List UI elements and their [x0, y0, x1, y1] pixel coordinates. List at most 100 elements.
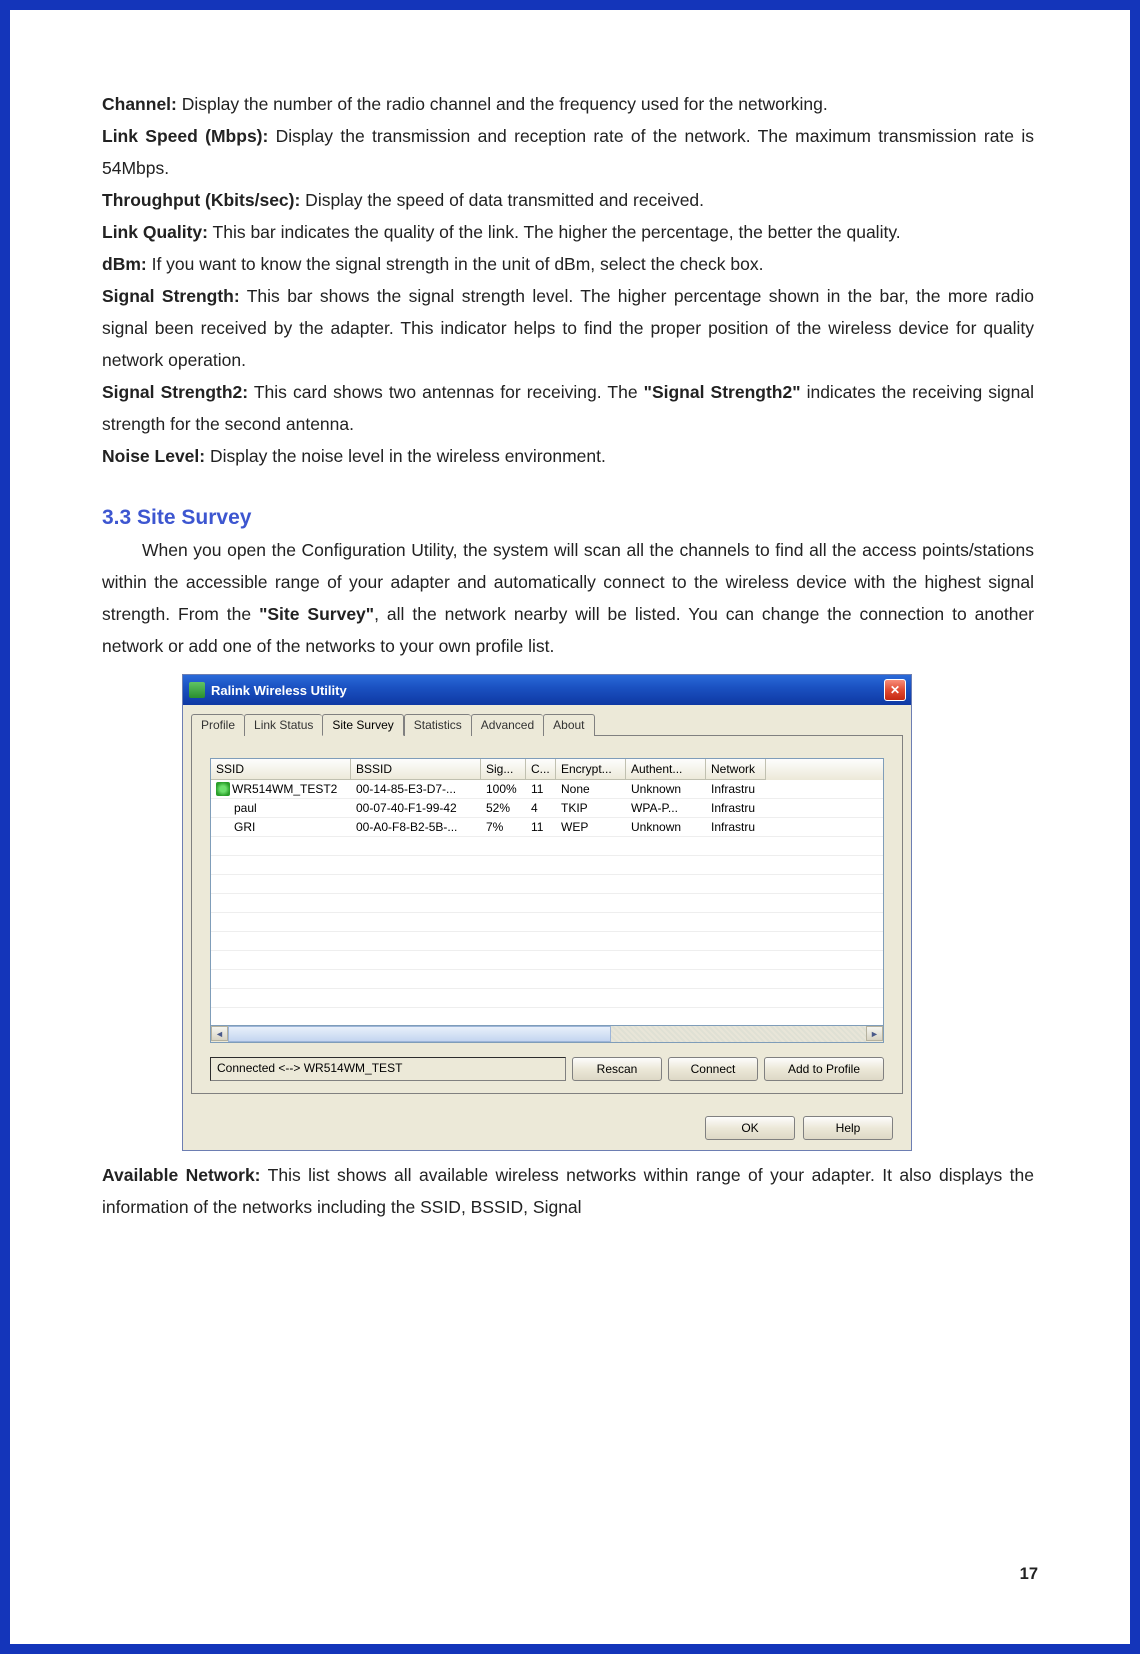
- cell: 7%: [481, 818, 526, 836]
- column-header[interactable]: BSSID: [351, 759, 481, 780]
- app-icon: [189, 682, 205, 698]
- network-listview[interactable]: SSIDBSSIDSig...C...Encrypt...Authent...N…: [210, 758, 884, 1026]
- tab-link-status[interactable]: Link Status: [244, 714, 322, 736]
- bold-text: "Signal Strength2": [644, 382, 801, 402]
- scroll-track[interactable]: [228, 1026, 866, 1042]
- column-header[interactable]: Encrypt...: [556, 759, 626, 780]
- def-text: If you want to know the signal strength …: [147, 254, 764, 274]
- status-text: Connected <--> WR514WM_TEST: [210, 1057, 566, 1081]
- titlebar[interactable]: Ralink Wireless Utility ✕: [183, 675, 911, 705]
- connected-icon: [216, 782, 230, 796]
- tab-profile[interactable]: Profile: [191, 714, 244, 736]
- cell: GRI: [211, 818, 351, 836]
- page: Channel: Display the number of the radio…: [10, 10, 1130, 1644]
- scroll-left-icon[interactable]: ◄: [211, 1026, 228, 1041]
- cell: 4: [526, 799, 556, 817]
- cell: Unknown: [626, 780, 706, 798]
- term: Throughput (Kbits/sec):: [102, 190, 300, 210]
- bold-text: "Site Survey": [259, 604, 374, 624]
- cell: paul: [211, 799, 351, 817]
- cell: 00-A0-F8-B2-5B-...: [351, 818, 481, 836]
- term: Link Speed (Mbps):: [102, 126, 268, 146]
- page-number: 17: [1020, 1565, 1038, 1584]
- term: Signal Strength:: [102, 286, 240, 306]
- scroll-right-icon[interactable]: ►: [866, 1026, 883, 1041]
- cell: Infrastru: [706, 818, 766, 836]
- term: Channel:: [102, 94, 177, 114]
- ralink-window: Ralink Wireless Utility ✕ ProfileLink St…: [182, 674, 912, 1151]
- definition-paragraph: Throughput (Kbits/sec): Display the spee…: [102, 184, 1034, 216]
- def-text: Display the speed of data transmitted an…: [300, 190, 704, 210]
- table-row-empty: [211, 894, 883, 913]
- add-to-profile-button[interactable]: Add to Profile: [764, 1057, 884, 1081]
- cell: TKIP: [556, 799, 626, 817]
- def-text: Display the noise level in the wireless …: [205, 446, 606, 466]
- cell: 11: [526, 780, 556, 798]
- term: dBm:: [102, 254, 147, 274]
- table-row[interactable]: paul00-07-40-F1-99-4252%4TKIPWPA-P...Inf…: [211, 799, 883, 818]
- cell: Infrastru: [706, 799, 766, 817]
- tabs: ProfileLink StatusSite SurveyStatisticsA…: [183, 705, 911, 735]
- cell: 00-07-40-F1-99-42: [351, 799, 481, 817]
- term: Link Quality:: [102, 222, 208, 242]
- window-title: Ralink Wireless Utility: [211, 683, 884, 698]
- definition-paragraph: dBm: If you want to know the signal stre…: [102, 248, 1034, 280]
- definition-paragraph: Channel: Display the number of the radio…: [102, 88, 1034, 120]
- close-icon[interactable]: ✕: [884, 679, 906, 701]
- def-text: This card shows two antennas for receivi…: [248, 382, 644, 402]
- cell: 100%: [481, 780, 526, 798]
- help-button[interactable]: Help: [803, 1116, 893, 1140]
- section-title: Site Survey: [137, 506, 251, 529]
- column-header[interactable]: Network: [706, 759, 766, 780]
- definition-paragraph: Signal Strength2: This card shows two an…: [102, 376, 1034, 440]
- table-row-empty: [211, 913, 883, 932]
- section-number: 3.3: [102, 506, 131, 529]
- cell: Infrastru: [706, 780, 766, 798]
- table-row-empty: [211, 951, 883, 970]
- cell: WR514WM_TEST2: [211, 780, 351, 798]
- definition-paragraph: Noise Level: Display the noise level in …: [102, 440, 1034, 472]
- table-row[interactable]: GRI00-A0-F8-B2-5B-...7%11WEPUnknownInfra…: [211, 818, 883, 837]
- column-header[interactable]: Authent...: [626, 759, 706, 780]
- term: Noise Level:: [102, 446, 205, 466]
- cell: None: [556, 780, 626, 798]
- table-row-empty: [211, 875, 883, 894]
- column-header[interactable]: SSID: [211, 759, 351, 780]
- tab-about[interactable]: About: [543, 714, 594, 736]
- def-text: Display the number of the radio channel …: [177, 94, 828, 114]
- list-header: SSIDBSSIDSig...C...Encrypt...Authent...N…: [211, 759, 883, 780]
- cell: 52%: [481, 799, 526, 817]
- definition-paragraph: Link Quality: This bar indicates the qua…: [102, 216, 1034, 248]
- section-heading: 3.3 Site Survey: [102, 506, 1034, 530]
- column-header[interactable]: C...: [526, 759, 556, 780]
- term: Signal Strength2:: [102, 382, 248, 402]
- cell: Unknown: [626, 818, 706, 836]
- rescan-button[interactable]: Rescan: [572, 1057, 662, 1081]
- tab-panel: SSIDBSSIDSig...C...Encrypt...Authent...N…: [191, 735, 903, 1094]
- tab-advanced[interactable]: Advanced: [471, 714, 543, 736]
- def-text: This bar indicates the quality of the li…: [208, 222, 901, 242]
- table-row-empty: [211, 932, 883, 951]
- tab-statistics[interactable]: Statistics: [404, 714, 471, 736]
- cell: WEP: [556, 818, 626, 836]
- table-row[interactable]: WR514WM_TEST200-14-85-E3-D7-...100%11Non…: [211, 780, 883, 799]
- column-header[interactable]: Sig...: [481, 759, 526, 780]
- definition-paragraph: Link Speed (Mbps): Display the transmiss…: [102, 120, 1034, 184]
- ok-button[interactable]: OK: [705, 1116, 795, 1140]
- horizontal-scrollbar[interactable]: ◄ ►: [210, 1026, 884, 1043]
- section-paragraph: When you open the Configuration Utility,…: [102, 534, 1034, 662]
- scroll-thumb[interactable]: [228, 1026, 611, 1042]
- table-row-empty: [211, 970, 883, 989]
- cell: WPA-P...: [626, 799, 706, 817]
- table-row-empty: [211, 837, 883, 856]
- cell: 11: [526, 818, 556, 836]
- available-network-paragraph: Available Network: This list shows all a…: [102, 1159, 1034, 1223]
- table-row-empty: [211, 989, 883, 1008]
- def-text: This bar shows the signal strength level…: [102, 286, 1034, 370]
- tab-site-survey[interactable]: Site Survey: [322, 714, 403, 736]
- table-row-empty: [211, 856, 883, 875]
- definition-paragraph: Signal Strength: This bar shows the sign…: [102, 280, 1034, 376]
- cell: 00-14-85-E3-D7-...: [351, 780, 481, 798]
- connect-button[interactable]: Connect: [668, 1057, 758, 1081]
- term: Available Network:: [102, 1165, 261, 1185]
